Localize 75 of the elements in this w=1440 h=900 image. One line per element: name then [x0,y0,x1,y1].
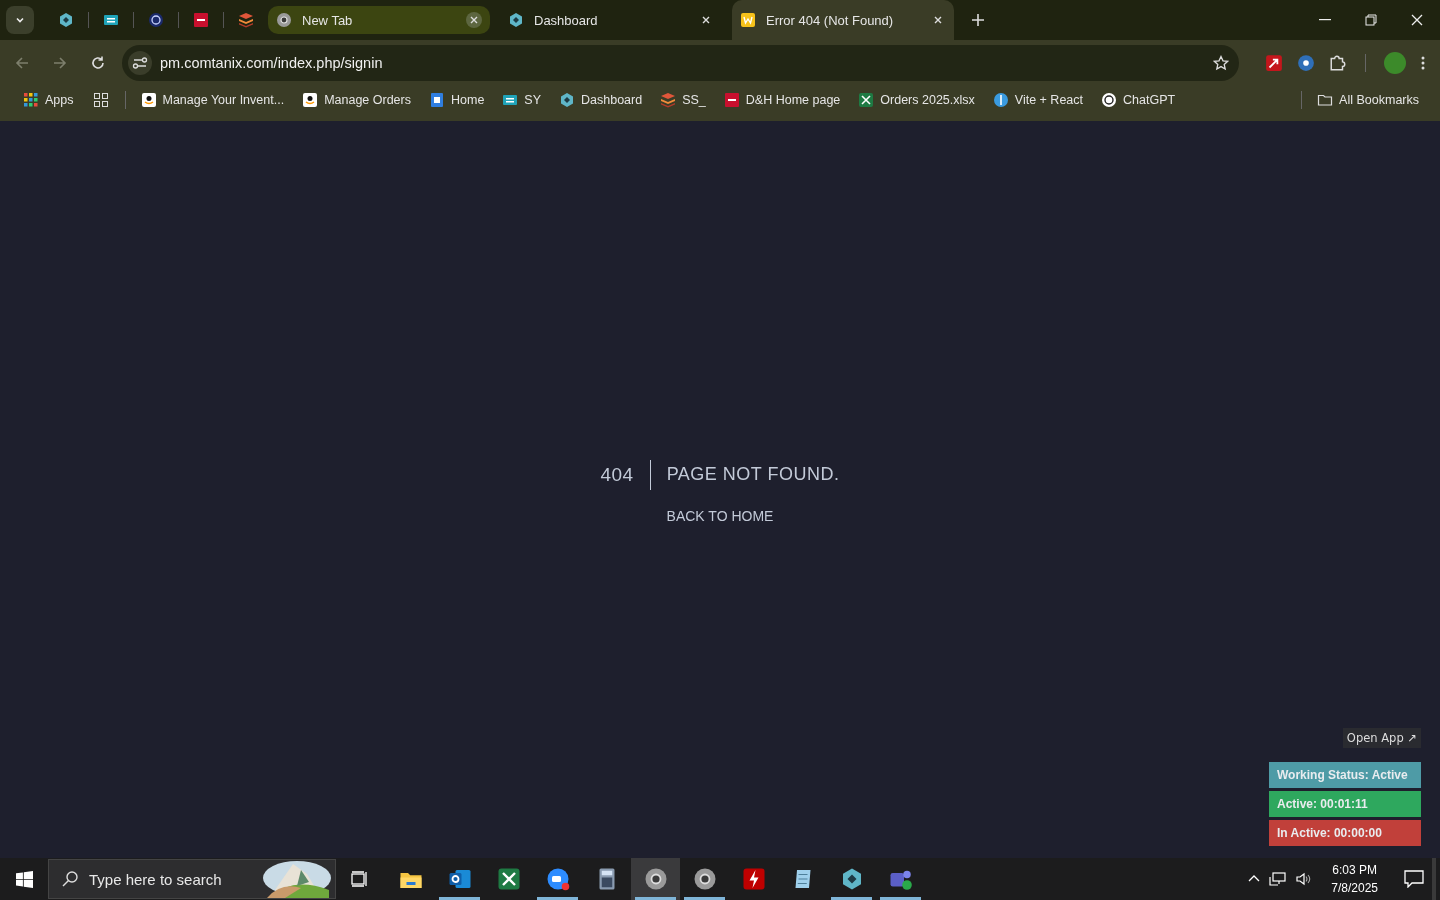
bookmark[interactable]: D&H Home page [716,89,848,111]
apps-shortcut[interactable]: Apps [16,89,81,111]
bookmark[interactable]: Manage Orders [295,89,418,111]
bookmark[interactable]: Orders 2025.xlsx [851,89,982,111]
forward-arrow-icon [52,54,68,71]
extension-icon[interactable] [1297,53,1315,72]
open-app-link[interactable]: Open App ↗ [1342,728,1421,748]
stripes-icon [502,92,519,108]
close-icon[interactable] [466,12,482,28]
bookmark[interactable]: SS_ [653,89,713,111]
diamond-icon [559,92,575,108]
spreadsheet-icon [858,92,875,108]
address-bar[interactable]: pm.comtanix.com/index.php/signin [122,44,1239,81]
status-bar: Working Status: Active [1269,762,1421,788]
coin-icon [992,92,1009,108]
status-bar: Active: 00:01:11 [1269,791,1421,817]
chrome-icon [692,867,717,891]
network-icon[interactable] [1269,871,1288,887]
clock-time[interactable]: 6:03 PM [1332,861,1377,879]
speech-bubble-icon [1404,870,1424,888]
logo-tile-icon [193,12,209,28]
document-icon [429,92,445,108]
plus-icon [971,13,985,27]
restore-icon [1365,14,1377,26]
status-bar: In Active: 00:00:00 [1269,820,1421,846]
bookmark[interactable]: Dashboard [552,89,650,111]
search-box[interactable]: Type here to search [48,859,336,899]
extension-icon[interactable] [1265,53,1283,72]
mail-icon [447,867,472,891]
all-bookmarks-link[interactable]: All Bookmarks [1310,89,1426,111]
search-input[interactable]: Type here to search [87,869,261,889]
stack-icon [660,92,677,108]
diamond-icon [58,12,74,28]
back-to-home-link[interactable]: BACK TO HOME [666,507,774,524]
task-view-icon [351,871,369,887]
apps-grid-icon [23,92,39,108]
puzzle-icon[interactable] [1329,53,1347,72]
browser-tab[interactable]: New Tab [268,6,490,34]
browser-tab[interactable]: Error 404 (Not Found) [732,0,954,40]
bookmark[interactable]: Home [422,89,492,111]
bookmark[interactable]: Vite + React [985,89,1090,111]
close-icon [1411,14,1423,26]
clock-date[interactable]: 7/8/2025 [1331,879,1378,897]
bookmark[interactable]: ChatGPT [1094,89,1183,111]
chrome-icon [276,12,292,28]
circle-logo-icon [148,12,164,28]
video-app-icon [545,867,570,891]
error-message: PAGE NOT FOUND. [665,464,840,485]
reload-icon [90,54,106,71]
bookmark[interactable]: SY [495,89,548,111]
smile-icon [140,92,157,108]
minimize-icon [1319,19,1331,21]
menu-icon[interactable] [1420,54,1426,71]
bookmark[interactable]: Manage Your Invent... [133,89,292,111]
chrome-icon [643,867,668,891]
smile-icon [302,92,319,108]
bolt-icon [741,867,766,891]
profile-avatar[interactable] [1384,51,1406,74]
folder-icon [1317,92,1334,108]
search-icon [61,870,79,888]
back-arrow-icon [14,54,30,71]
stack-icon [238,12,254,28]
star-icon[interactable] [1213,54,1229,71]
tab-search-button[interactable] [6,6,34,34]
windows-logo-icon [15,870,33,888]
knot-icon [1101,92,1117,108]
stripes-icon [103,12,119,28]
spreadsheet-icon [496,867,521,891]
logo-tile-icon [723,92,740,108]
browser-tab[interactable]: Dashboard [500,6,722,34]
letter-tile-icon [740,12,756,28]
diamond-icon [508,12,524,28]
tab-groups-icon[interactable] [92,92,109,108]
site-settings-icon [128,50,152,75]
error-code: 404 [600,459,651,490]
